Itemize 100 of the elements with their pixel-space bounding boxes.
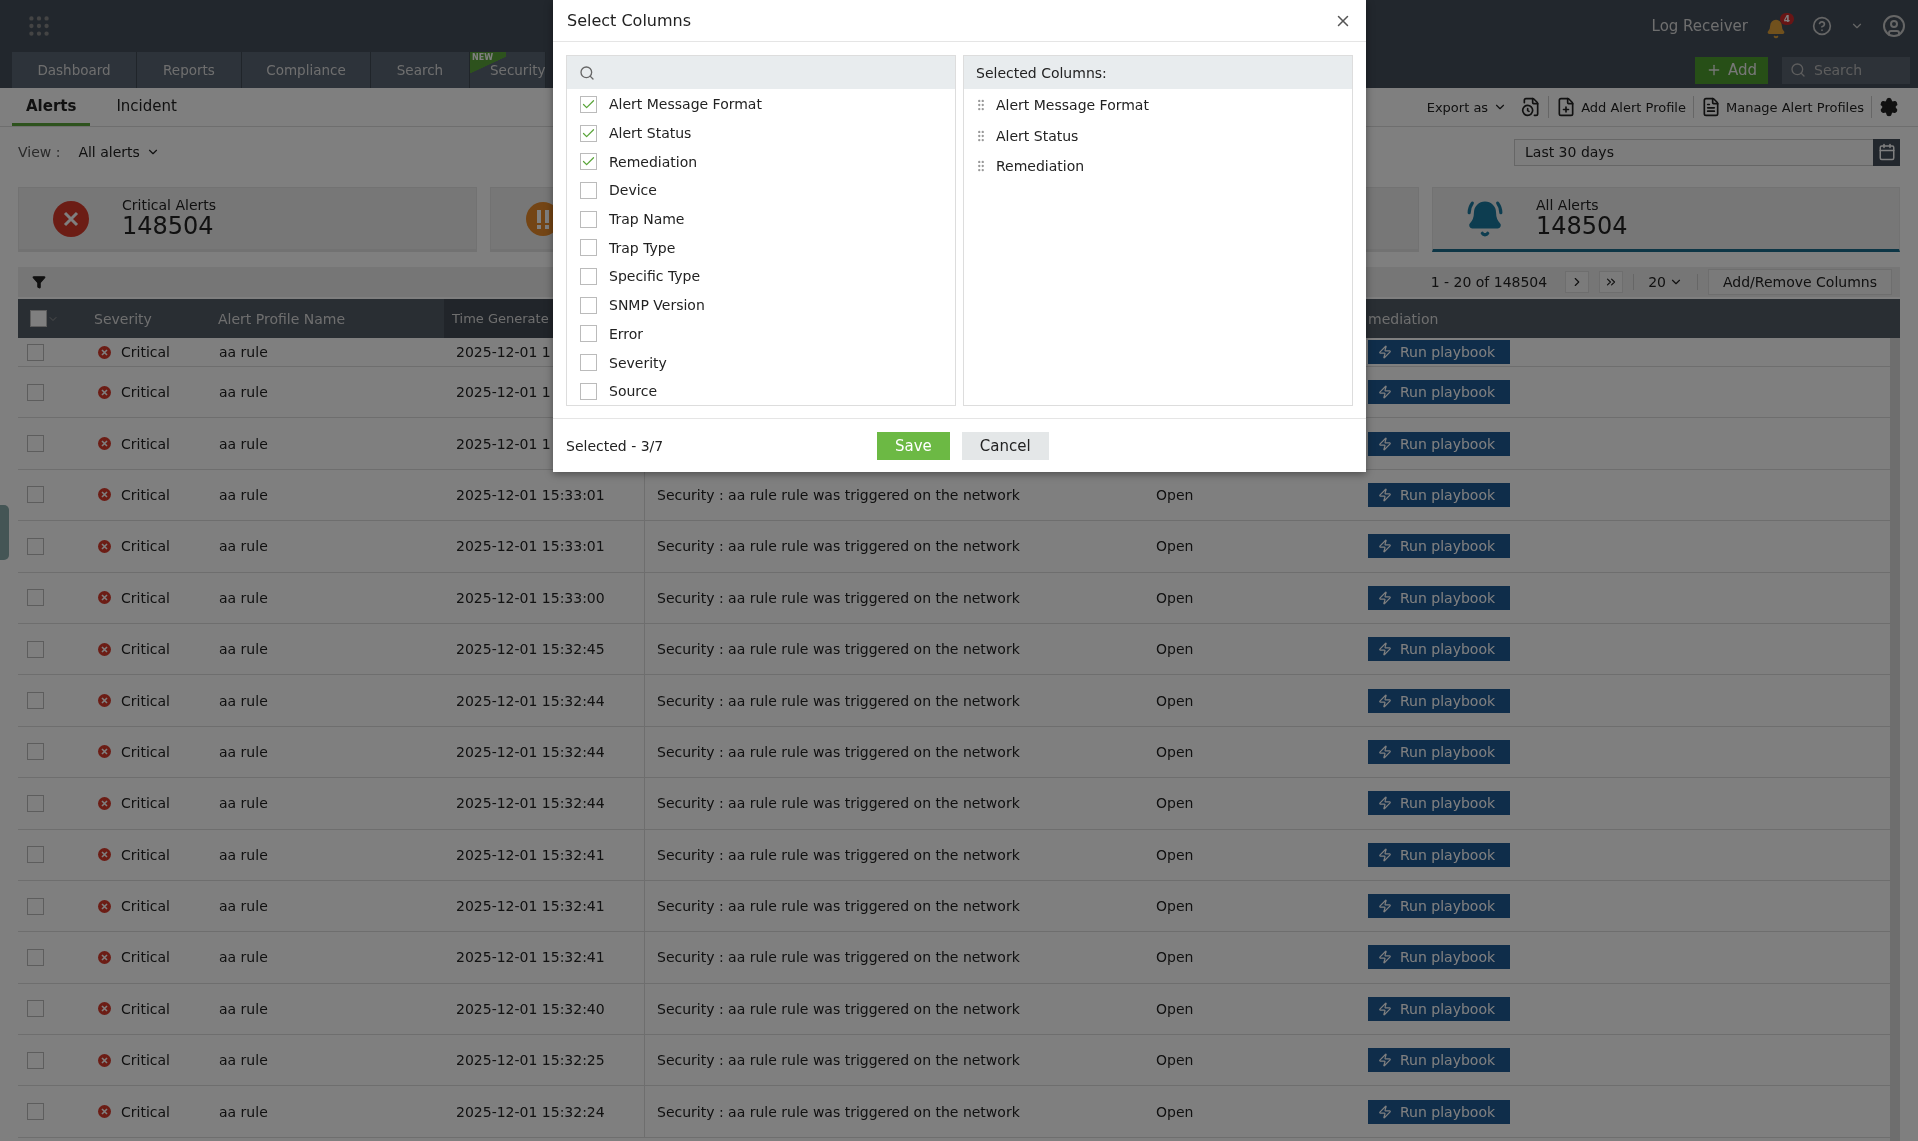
next-page-button[interactable]: [1565, 271, 1590, 293]
row-checkbox[interactable]: [27, 589, 44, 607]
column-checkbox[interactable]: [580, 95, 597, 113]
run-playbook-button[interactable]: Run playbook: [1368, 482, 1510, 507]
nav-tab[interactable]: Compliance: [242, 52, 371, 88]
column-header[interactable]: Severity: [74, 299, 214, 338]
column-checkbox[interactable]: [580, 181, 597, 199]
select-all-checkbox[interactable]: [30, 310, 47, 327]
row-checkbox[interactable]: [27, 486, 44, 504]
last-page-button[interactable]: [1599, 271, 1624, 293]
column-checkbox[interactable]: [580, 210, 597, 228]
row-checkbox[interactable]: [27, 846, 44, 864]
row-checkbox[interactable]: [27, 949, 44, 966]
run-playbook-button[interactable]: Run playbook: [1368, 1048, 1510, 1073]
column-checkbox[interactable]: [580, 267, 597, 285]
run-playbook-button[interactable]: Run playbook: [1368, 739, 1510, 764]
row-checkbox[interactable]: [27, 640, 44, 658]
column-checkbox[interactable]: [580, 153, 597, 171]
row-checkbox[interactable]: [27, 343, 44, 361]
severity-text: Critical: [121, 743, 170, 760]
row-checkbox[interactable]: [27, 743, 44, 761]
option-label[interactable]: Source: [609, 383, 658, 400]
option-label[interactable]: Severity: [609, 354, 667, 371]
run-playbook-button[interactable]: Run playbook: [1368, 534, 1510, 559]
critical-icon: [98, 1105, 111, 1119]
date-range-field[interactable]: Last 30 days: [1514, 138, 1900, 166]
save-button[interactable]: Save: [877, 431, 950, 460]
notification-count: 4: [1779, 13, 1794, 25]
row-checkbox[interactable]: [27, 1000, 44, 1018]
row-checkbox[interactable]: [27, 1051, 44, 1069]
summary-card[interactable]: All Alerts 148504: [1432, 187, 1900, 252]
option-label[interactable]: Specific Type: [609, 268, 701, 285]
run-playbook-button[interactable]: Run playbook: [1368, 996, 1510, 1021]
page-size-dropdown[interactable]: 20: [1633, 274, 1698, 290]
column-checkbox[interactable]: [580, 354, 597, 372]
nav-tab[interactable]: Reports: [137, 52, 242, 88]
option-label[interactable]: Trap Type: [609, 239, 676, 256]
table-cell: Security : aa rule rule was triggered on the network: [644, 675, 1144, 726]
row-checkbox[interactable]: [27, 435, 44, 453]
row-checkbox[interactable]: [27, 897, 44, 915]
selected-column[interactable]: Remediation: [996, 158, 1085, 175]
run-playbook-button[interactable]: Run playbook: [1368, 585, 1510, 610]
side-panel-handle[interactable]: [0, 505, 9, 560]
nav-tab[interactable]: Search: [371, 52, 470, 88]
column-checkbox[interactable]: [580, 382, 597, 400]
settings-icon[interactable]: [1879, 97, 1899, 117]
summary-card[interactable]: Critical Alerts 148504: [18, 187, 477, 252]
run-playbook-button[interactable]: Run playbook: [1368, 380, 1510, 405]
option-label[interactable]: Alert Message Format: [609, 96, 762, 113]
run-playbook-button[interactable]: Run playbook: [1368, 842, 1510, 867]
export-menu[interactable]: Export as: [1419, 96, 1515, 118]
scheduled-report-icon[interactable]: [1521, 97, 1542, 117]
option-label[interactable]: Device: [609, 182, 657, 199]
view-dropdown[interactable]: All alerts: [78, 144, 160, 160]
user-avatar-icon[interactable]: [1882, 14, 1906, 38]
run-playbook-button[interactable]: Run playbook: [1368, 431, 1510, 456]
row-checkbox[interactable]: [27, 794, 44, 812]
run-playbook-button[interactable]: Run playbook: [1368, 1099, 1510, 1124]
column-checkbox[interactable]: [580, 239, 597, 257]
column-checkbox[interactable]: [580, 124, 597, 142]
lightning-icon: [1378, 1104, 1392, 1119]
table-cell: Security : aa rule rule was triggered on the network: [644, 572, 1144, 623]
notification-bell-icon[interactable]: [1766, 19, 1786, 39]
add-alert-profile-button[interactable]: Add Alert Profile: [1549, 96, 1694, 118]
column-header[interactable]: Alert Profile Name: [214, 299, 444, 338]
sub-tab[interactable]: Incident: [102, 88, 191, 126]
bell-icon: [1465, 199, 1504, 238]
column-checkbox[interactable]: [580, 325, 597, 343]
row-checkbox[interactable]: [27, 383, 44, 401]
log-receiver-link[interactable]: Log Receiver: [1651, 17, 1748, 35]
apps-grid-icon[interactable]: [26, 13, 52, 39]
run-playbook-button[interactable]: Run playbook: [1368, 791, 1510, 816]
nav-tab[interactable]: NEW Security: [470, 52, 547, 88]
option-label[interactable]: Remediation: [609, 153, 698, 170]
option-label[interactable]: Alert Status: [609, 125, 692, 142]
sub-tab[interactable]: Alerts: [12, 88, 91, 126]
filter-icon[interactable]: [32, 275, 46, 289]
run-playbook-button[interactable]: Run playbook: [1368, 688, 1510, 713]
help-icon[interactable]: [1812, 16, 1832, 36]
option-label[interactable]: Trap Name: [609, 211, 685, 228]
lightning-icon: [1378, 642, 1392, 657]
row-checkbox[interactable]: [27, 692, 44, 710]
run-playbook-button[interactable]: Run playbook: [1368, 894, 1510, 919]
cancel-button[interactable]: Cancel: [961, 431, 1049, 460]
calendar-icon[interactable]: [1877, 143, 1896, 161]
critical-icon: [98, 345, 111, 359]
manage-alert-profiles-button[interactable]: Manage Alert Profiles: [1693, 96, 1872, 118]
column-checkbox[interactable]: [580, 296, 597, 314]
row-checkbox[interactable]: [27, 537, 44, 555]
selected-column[interactable]: Alert Message Format: [996, 97, 1149, 114]
add-remove-columns-button[interactable]: Add/Remove Columns: [1708, 269, 1892, 295]
document-plus-icon: [1556, 97, 1577, 117]
selected-column[interactable]: Alert Status: [996, 127, 1079, 144]
add-button[interactable]: Add: [1695, 56, 1768, 84]
run-playbook-button[interactable]: Run playbook: [1368, 637, 1510, 662]
row-checkbox[interactable]: [27, 1103, 44, 1121]
run-playbook-button[interactable]: Run playbook: [1368, 945, 1510, 970]
run-playbook-button[interactable]: Run playbook: [1368, 340, 1510, 364]
column-search-field[interactable]: [567, 56, 955, 89]
nav-tab[interactable]: Dashboard: [12, 52, 137, 88]
